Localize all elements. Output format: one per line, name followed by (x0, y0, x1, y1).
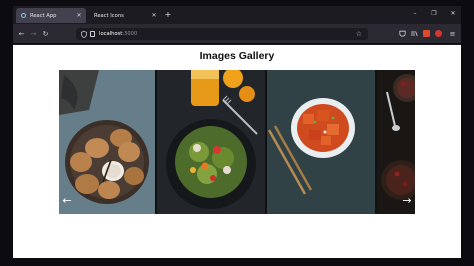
extension-record-icon[interactable] (435, 30, 442, 37)
gallery-image-salad (157, 70, 265, 214)
tab-title: React App (30, 12, 57, 19)
next-arrow-icon[interactable]: → (401, 195, 413, 206)
tab-strip: React App ✕ React Icons ✕ + – ❐ ✕ (13, 6, 461, 24)
screen-frame: React App ✕ React Icons ✕ + – ❐ ✕ ← → ↻ (0, 0, 474, 266)
url-host: localhost (99, 31, 123, 37)
window-controls: – ❐ ✕ (411, 10, 457, 18)
close-icon[interactable]: ✕ (150, 12, 158, 19)
shield-icon[interactable] (81, 30, 87, 38)
bookmark-star-icon[interactable]: ☆ (356, 30, 362, 38)
maximize-icon[interactable]: ❐ (430, 10, 438, 18)
url-port: :3000 (122, 31, 138, 37)
navigation-toolbar: ← → ↻ localhost :3000 ☆ ≡ (13, 24, 461, 44)
tab-react-app[interactable]: React App ✕ (16, 8, 86, 23)
minimize-icon[interactable]: – (411, 10, 419, 18)
tab-react-icons[interactable]: React Icons ✕ (89, 8, 161, 23)
gallery-image-dessert (377, 70, 415, 214)
tab-title: React Icons (94, 12, 124, 19)
extension-red-icon[interactable] (423, 30, 430, 37)
forward-arrow-icon[interactable]: → (29, 29, 38, 39)
pocket-icon[interactable] (399, 30, 406, 37)
react-logo-icon (21, 13, 26, 18)
reload-icon[interactable]: ↻ (41, 29, 50, 39)
close-icon[interactable]: ✕ (75, 12, 83, 19)
page-title: Images Gallery (199, 50, 275, 62)
browser-window: React App ✕ React Icons ✕ + – ❐ ✕ ← → ↻ (13, 6, 461, 258)
gallery-image-cookies (59, 70, 155, 214)
new-tab-button[interactable]: + (163, 10, 173, 20)
back-arrow-icon[interactable]: ← (17, 29, 26, 39)
page-info-icon[interactable] (90, 31, 95, 37)
url-bar[interactable]: localhost :3000 ☆ (76, 28, 368, 40)
prev-arrow-icon[interactable]: ← (61, 195, 73, 206)
menu-hamburger-icon[interactable]: ≡ (448, 29, 457, 39)
image-carousel: ← → (59, 70, 415, 214)
close-window-icon[interactable]: ✕ (449, 10, 457, 18)
page-viewport: Images Gallery ← → (13, 45, 461, 258)
library-icon[interactable] (411, 30, 418, 37)
gallery-image-tofu (267, 70, 375, 214)
